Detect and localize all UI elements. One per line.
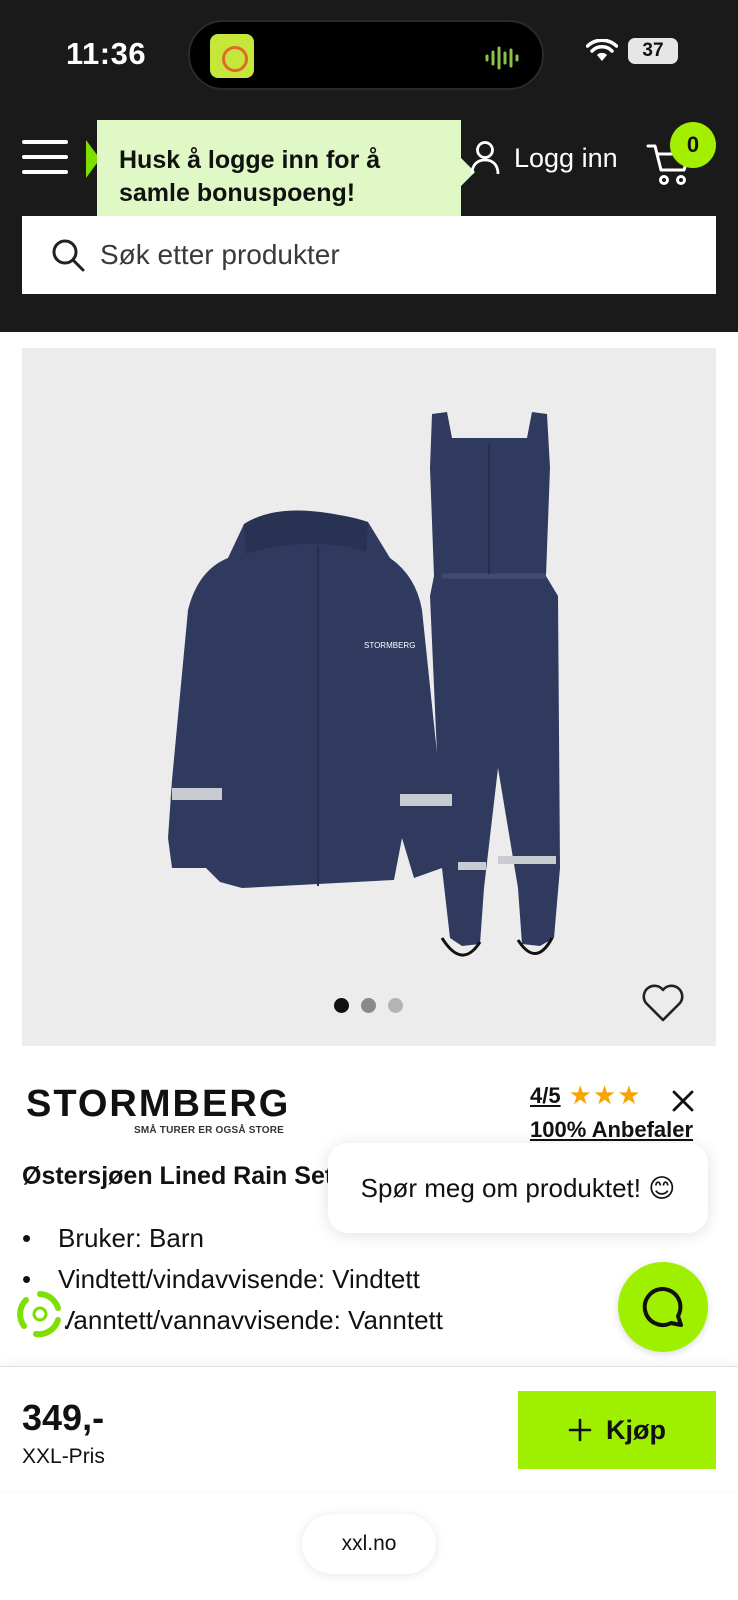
price-label: XXL-Pris <box>22 1445 105 1468</box>
battery-indicator: 37 <box>628 38 678 64</box>
chat-prompt-text: Spør meg om produktet! 😊 <box>360 1172 676 1203</box>
brand-tagline: SMÅ TURER ER OGSÅ STORE <box>134 1125 284 1136</box>
feature-item: Vanntett/vannavvisende: Vanntett <box>22 1300 443 1341</box>
gallery-dot-3[interactable] <box>388 998 403 1013</box>
search-input[interactable] <box>100 239 680 271</box>
plus-icon <box>568 1418 592 1442</box>
buy-label: Kjøp <box>606 1414 666 1445</box>
search-icon <box>52 239 85 272</box>
recommend-percentage: 100% Anbefaler <box>530 1117 694 1142</box>
jacket-logo: STORMBERG <box>364 641 415 650</box>
brand-logo[interactable]: STORMBERG SMÅ TURER ER OGSÅ STORE <box>26 1085 290 1136</box>
rain-jacket-image: STORMBERG <box>168 510 452 888</box>
browser-url-bar[interactable]: xxl.no <box>302 1514 436 1574</box>
buy-button[interactable]: Kjøp <box>518 1391 716 1469</box>
product-image-rain-set: STORMBERG <box>168 412 560 957</box>
product-rating[interactable]: 4/5 ★★★ 100% Anbefaler <box>530 1080 693 1143</box>
chat-prompt-bubble[interactable]: Spør meg om produktet! 😊 <box>328 1143 708 1233</box>
site-header: 11:36 37 Husk å logge inn for å samle bo… <box>0 0 738 332</box>
product-title: Østersjøen Lined Rain Set <box>22 1162 334 1190</box>
chat-icon <box>642 1286 683 1327</box>
brand-name: STORMBERG <box>26 1083 291 1125</box>
user-icon <box>470 141 500 175</box>
recycle-button[interactable] <box>12 1286 68 1342</box>
purchase-bar: 349,- XXL-Pris Kjøp <box>0 1366 738 1490</box>
recycle-icon <box>17 1291 61 1338</box>
audio-wave-icon <box>485 46 519 70</box>
status-indicators: 37 <box>586 38 678 64</box>
gallery-dot-2[interactable] <box>361 998 376 1013</box>
star-rating-icons: ★★★ <box>568 1080 642 1110</box>
podcast-artwork <box>210 34 254 78</box>
wifi-icon <box>586 39 618 61</box>
price: 349,- <box>22 1397 105 1438</box>
product-features: Bruker: Barn Vindtett/vindavvisende: Vin… <box>22 1218 443 1341</box>
close-icon[interactable] <box>670 1088 696 1114</box>
menu-button[interactable] <box>22 140 68 174</box>
rain-overalls-image <box>430 412 560 957</box>
tooltip-text: Husk å logge inn for å samle bonuspoeng! <box>119 146 381 207</box>
login-label: Logg inn <box>514 142 618 173</box>
chat-button[interactable] <box>618 1262 708 1352</box>
dynamic-island[interactable] <box>188 20 544 90</box>
login-button[interactable]: Logg inn <box>470 140 618 176</box>
rating-score: 4/5 <box>530 1082 561 1108</box>
status-time: 11:36 <box>66 36 147 71</box>
gallery-dot-1[interactable] <box>334 998 349 1013</box>
search-bar[interactable] <box>22 216 716 294</box>
product-image-gallery[interactable]: STORMBERG <box>22 348 716 1046</box>
gallery-pagination[interactable] <box>334 998 403 1013</box>
cart-count-badge: 0 <box>670 122 716 168</box>
feature-item: Vindtett/vindavvisende: Vindtett <box>22 1259 443 1300</box>
url-text: xxl.no <box>341 1532 397 1555</box>
heart-icon[interactable] <box>640 982 686 1024</box>
